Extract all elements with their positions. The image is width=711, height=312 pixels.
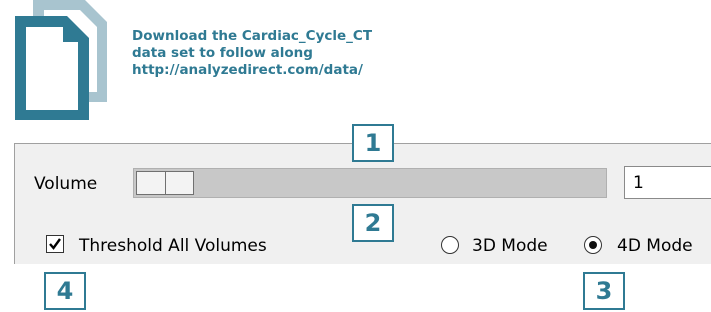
radio-selected-dot (589, 241, 597, 249)
download-note: Download the Cardiac_Cycle_CT data set t… (132, 28, 372, 79)
volume-label: Volume (34, 174, 98, 194)
volume-value-field[interactable]: 1 (624, 166, 711, 199)
download-note-link[interactable]: http://analyzedirect.com/data/ (132, 62, 372, 79)
radio-4d-mode[interactable] (584, 236, 602, 254)
radio-3d-mode[interactable] (441, 236, 459, 254)
volume-slider-thumb[interactable] (136, 171, 194, 195)
callout-1: 1 (352, 124, 394, 162)
download-note-line2: data set to follow along (132, 45, 313, 61)
checkmark-icon (49, 238, 61, 250)
document-stack-icon (15, 0, 107, 120)
download-note-line1: Download the Cardiac_Cycle_CT (132, 28, 373, 44)
slider-grip-line (165, 172, 166, 194)
volume-slider-track[interactable] (133, 168, 607, 198)
callout-3: 3 (583, 272, 625, 310)
radio-3d-mode-label[interactable]: 3D Mode (472, 236, 548, 256)
threshold-all-label[interactable]: Threshold All Volumes (79, 236, 267, 256)
callout-4: 4 (44, 272, 86, 310)
radio-4d-mode-label[interactable]: 4D Mode (617, 236, 693, 256)
callout-2: 2 (352, 204, 394, 242)
threshold-all-checkbox[interactable] (46, 235, 64, 253)
